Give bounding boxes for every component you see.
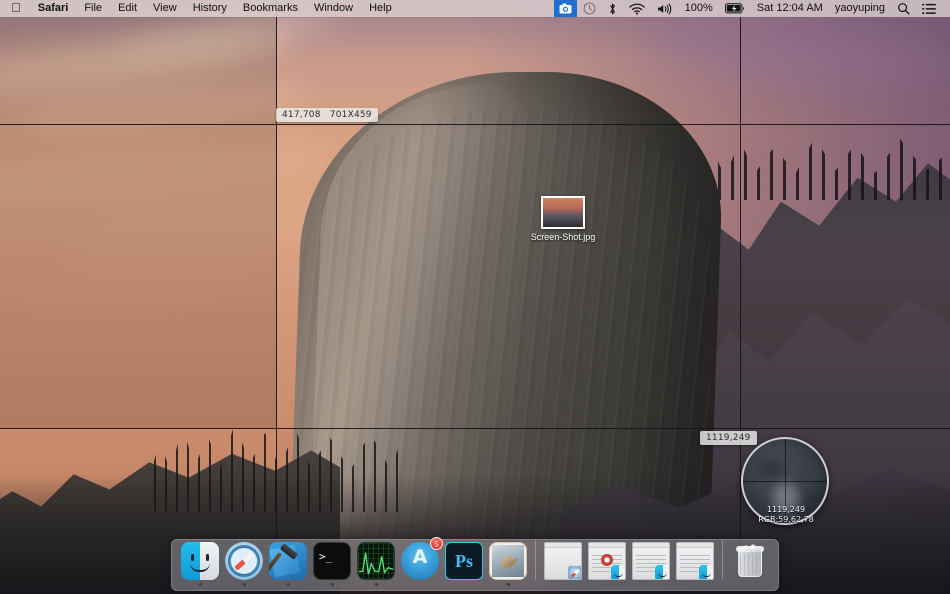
- loupe-pixel-blob: [757, 459, 787, 479]
- search-icon[interactable]: [891, 0, 916, 17]
- loupe-rgb-value: RGB:59,62,78: [744, 515, 828, 525]
- desktop-screen: Screen-Shot.jpg 417,708 701X459 1119,249…: [0, 0, 950, 594]
- battery-charging-icon[interactable]: [719, 0, 751, 17]
- dock-item-mail[interactable]: [486, 538, 530, 586]
- menu-item-edit[interactable]: Edit: [110, 0, 145, 17]
- menu-item-view[interactable]: View: [145, 0, 185, 17]
- running-indicator: [463, 583, 466, 586]
- running-indicator: [243, 583, 246, 586]
- menu-item-help[interactable]: Help: [361, 0, 400, 17]
- menu-item-history[interactable]: History: [185, 0, 235, 17]
- dock-item-safari[interactable]: [222, 538, 266, 586]
- dock-minimized-document-window[interactable]: [585, 538, 629, 586]
- dock-minimized-finder-window-2[interactable]: [673, 538, 717, 586]
- loupe-crosshair-horizontal: [743, 481, 827, 482]
- dock: >_ A 5 Ps: [171, 539, 779, 591]
- camera-icon[interactable]: [554, 0, 577, 17]
- running-indicator: [749, 583, 752, 586]
- dock-item-trash[interactable]: [728, 538, 772, 586]
- finder-mini-badge-icon: [611, 565, 626, 580]
- dock-minimized-safari-window[interactable]: [541, 538, 585, 586]
- running-indicator: [507, 583, 510, 586]
- bluetooth-icon[interactable]: [602, 0, 623, 17]
- trash-icon: [731, 542, 769, 580]
- finder-mini-badge-icon: [655, 565, 670, 580]
- menu-bar-status-area: 100% Sat 12:04 AM yaoyuping: [554, 0, 950, 17]
- dock-item-finder[interactable]: [178, 538, 222, 586]
- volume-icon[interactable]: [651, 0, 679, 17]
- running-indicator: [694, 583, 697, 586]
- menu-bar-username[interactable]: yaoyuping: [829, 0, 891, 17]
- minimized-window-thumbnail: [632, 542, 670, 580]
- running-indicator: [606, 583, 609, 586]
- menu-item-bookmarks[interactable]: Bookmarks: [235, 0, 306, 17]
- minimized-window-thumbnail: [544, 542, 582, 580]
- terminal-icon: >_: [313, 542, 351, 580]
- dock-item-activity-monitor[interactable]: [354, 538, 398, 586]
- file-thumbnail-image: [543, 198, 583, 227]
- running-indicator: [562, 583, 565, 586]
- menu-bar-clock[interactable]: Sat 12:04 AM: [751, 0, 829, 17]
- desktop-icon-label: Screen-Shot.jpg: [531, 232, 596, 242]
- photoshop-icon: Ps: [445, 542, 483, 580]
- menu-bar-left:  Safari File Edit View History Bookmark…: [0, 0, 400, 17]
- dock-item-xcode[interactable]: [266, 538, 310, 586]
- file-thumbnail: [541, 196, 585, 229]
- loupe-pixel-blob: [795, 463, 823, 489]
- desktop-file-icon[interactable]: Screen-Shot.jpg: [528, 196, 598, 254]
- running-indicator: [331, 583, 334, 586]
- minimized-window-thumbnail: [676, 542, 714, 580]
- xcode-icon: [269, 542, 307, 580]
- safari-icon: [225, 542, 263, 580]
- running-indicator: [287, 583, 290, 586]
- apple-logo-icon[interactable]: : [7, 0, 30, 17]
- finder-mini-badge-icon: [699, 565, 714, 580]
- running-indicator: [199, 583, 202, 586]
- activity-monitor-icon: [357, 542, 395, 580]
- dock-item-photoshop[interactable]: Ps: [442, 538, 486, 586]
- wifi-icon[interactable]: [623, 0, 651, 17]
- safari-mini-badge-icon: [567, 565, 582, 580]
- running-indicator: [650, 583, 653, 586]
- notification-center-icon[interactable]: [916, 0, 942, 17]
- finder-icon: [181, 542, 219, 580]
- dock-item-app-store[interactable]: A 5: [398, 538, 442, 586]
- menu-item-safari[interactable]: Safari: [30, 0, 77, 17]
- dock-separator: [535, 540, 536, 580]
- dock-minimized-finder-window-1[interactable]: [629, 538, 673, 586]
- minimized-window-thumbnail: [588, 542, 626, 580]
- battery-percent-label[interactable]: 100%: [679, 0, 719, 17]
- selection-size-tag: 417,708 701X459: [276, 108, 378, 122]
- dock-item-terminal[interactable]: >_: [310, 538, 354, 586]
- app-store-badge: 5: [430, 537, 443, 550]
- loupe-coordinates: 1119,249: [744, 505, 828, 515]
- mail-icon: [489, 542, 527, 580]
- dock-separator: [722, 540, 723, 580]
- loupe-readout: 1119,249 RGB:59,62,78: [744, 505, 828, 525]
- running-indicator: [375, 583, 378, 586]
- document-stamp-icon: [601, 554, 613, 566]
- menu-item-window[interactable]: Window: [306, 0, 361, 17]
- menu-item-file[interactable]: File: [76, 0, 110, 17]
- running-indicator: [419, 583, 422, 586]
- menu-bar:  Safari File Edit View History Bookmark…: [0, 0, 950, 17]
- time-machine-icon[interactable]: [577, 0, 602, 17]
- cursor-coordinate-tag: 1119,249: [700, 431, 757, 445]
